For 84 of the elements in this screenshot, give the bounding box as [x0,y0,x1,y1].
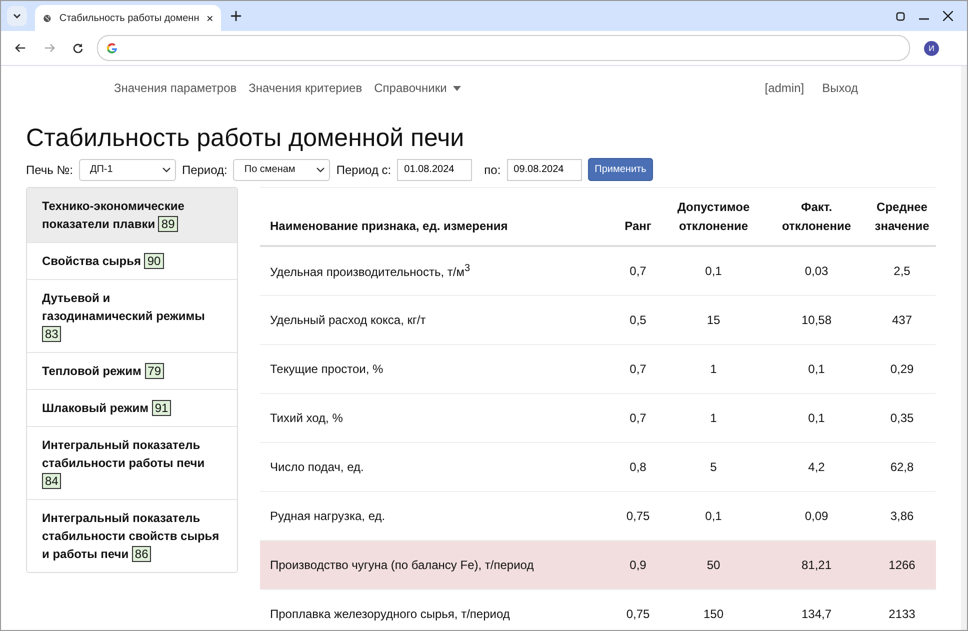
score-badge: 83 [42,326,62,342]
table-cell: 134,7 [765,590,868,630]
restore-icon[interactable] [896,12,905,20]
chevron-down-icon [162,166,171,172]
sidebar-item[interactable]: Технико-экономические показатели плавки 89 [27,188,237,242]
table-cell: 0,1 [765,394,868,442]
furnace-select[interactable]: ДП-1 [78,158,176,180]
tab-list-button[interactable] [7,6,27,26]
table-cell: 2133 [868,590,936,630]
table-cell: 5 [662,442,765,492]
table-cell: Удельная производительность, т/м$^{3}$ [260,246,614,296]
table-cell: 0,7 [614,394,662,442]
column-header: Среднее значение [868,188,936,246]
chevron-down-icon [316,166,326,172]
browser-tab[interactable]: Стабильность работы доменн [35,5,221,31]
table-cell: 0,29 [868,344,936,394]
score-badge: 90 [144,253,164,269]
score-badge: 86 [132,546,152,562]
table-cell: 0,1 [662,246,765,296]
nav-link[interactable]: Значения критериев [248,81,362,95]
search-engine-icon [106,42,118,54]
table-cell: Число подач, ед. [260,442,614,492]
filter-label: Период: [182,162,228,176]
column-header: Допустимое отклонение [662,188,765,246]
close-window-icon[interactable] [943,11,953,21]
column-header: Факт. отклонение [765,188,868,246]
score-badge: 89 [158,216,178,232]
sidebar-item[interactable]: Интегральный показатель стабильности свойств сырья и работы печи 86 [27,499,237,572]
table-cell: Удельный расход кокса, кг/т [260,296,614,344]
table-cell: 0,35 [868,394,936,442]
reload-icon[interactable] [73,43,83,53]
new-tab-icon[interactable] [231,11,241,21]
table-cell: 0,8 [614,442,662,492]
table-cell: 2,5 [868,246,936,296]
table-cell: 437 [868,296,936,344]
nav-dropdown[interactable]: Справочники [374,81,461,95]
page-title: Стабильность работы доменной печи [26,124,466,153]
table-cell: 62,8 [868,442,936,492]
table-cell: 0,1 [765,344,868,394]
table-cell: Текущие простои, % [260,344,614,394]
table-cell: 1 [662,344,765,394]
sidebar-item[interactable]: Шлаковый режим 91 [27,389,237,426]
nav-link[interactable]: Значения параметров [114,81,237,95]
table-cell: 10,58 [765,296,868,344]
date-from-field[interactable]: 01.08.2024 [397,158,472,180]
logout-link[interactable]: Выход [822,81,858,95]
sidebar-item[interactable]: Дутьевой и газодинамический режимы 83 [27,279,237,352]
table-cell: Производство чугуна (по балансу Fe), т/период [260,540,614,590]
filter-label: по: [484,162,501,176]
filter-label: Печь №: [26,162,73,176]
user-name: [admin] [764,81,804,95]
filter-label: Период с: [336,162,392,176]
chevron-down-icon [12,11,22,21]
apply-button[interactable]: Применить [588,158,654,181]
table-cell: 0,7 [614,344,662,394]
sidebar-item[interactable]: Тепловой режим 79 [27,352,237,389]
column-header: Ранг [614,188,662,246]
date-to-field[interactable]: 09.08.2024 [506,158,582,180]
table-cell: 1266 [868,540,936,590]
sidebar-item[interactable]: Свойства сырья 90 [27,242,237,279]
table-cell: 1 [662,394,765,442]
close-icon[interactable] [207,14,213,22]
profile-avatar[interactable]: И [924,40,939,56]
table-cell: 0,7 [614,246,662,296]
back-icon[interactable] [15,43,26,53]
table-cell: Тихий ход, % [260,394,614,442]
score-badge: 84 [42,473,62,489]
sidebar-item[interactable]: Интегральный показатель стабильности работы печи 84 [27,426,237,499]
column-header: Наименование признака, ед. измерения [260,188,614,246]
table-cell: 15 [662,296,765,344]
table-cell: 0,03 [765,246,868,296]
table-cell: 0,5 [614,296,662,344]
table-cell: 0,9 [614,540,662,590]
score-badge: 91 [152,400,172,416]
table-cell: 4,2 [765,442,868,492]
period-select[interactable]: По сменам [233,158,330,180]
table-cell: 50 [662,540,765,590]
table-cell: Проплавка железорудного сырья, т/период [260,590,614,630]
table-cell: 81,21 [765,540,868,590]
table-cell: 150 [662,590,765,630]
caret-icon [452,86,461,90]
tab-title: Стабильность работы доменн [59,12,200,24]
table-cell: 0,75 [614,590,662,630]
score-badge: 79 [144,363,164,379]
